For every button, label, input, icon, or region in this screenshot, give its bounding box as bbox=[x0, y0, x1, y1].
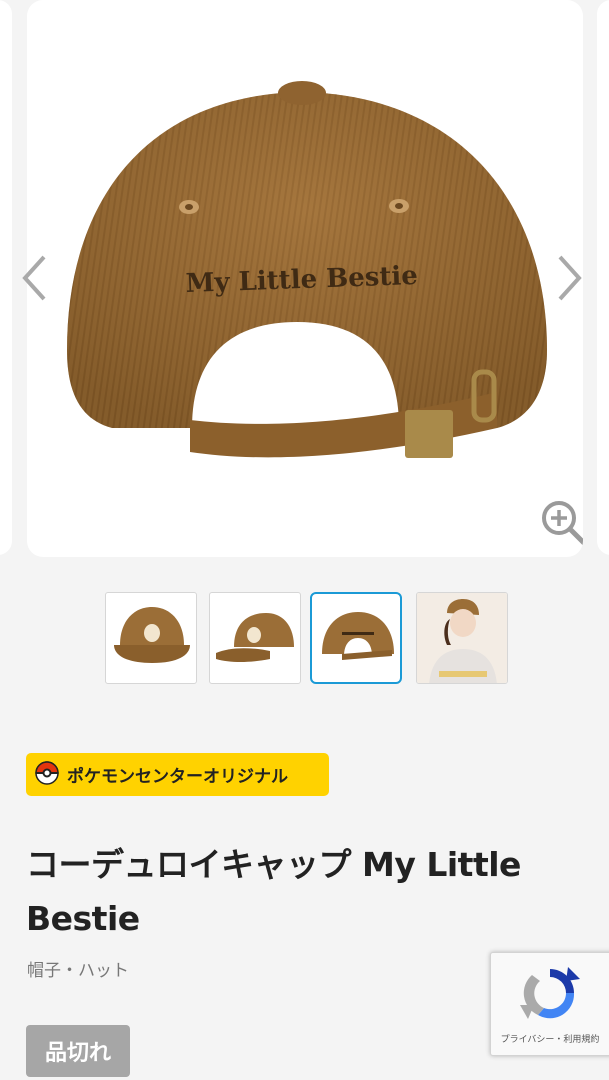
product-page: My Little Bestie ポケモンセンターオリジナル コーデュロイキャッ… bbox=[0, 0, 609, 1080]
product-category[interactable]: 帽子・ハット bbox=[27, 956, 129, 981]
chevron-left-icon[interactable] bbox=[18, 253, 52, 303]
product-title: コーデュロイキャップ My Little Bestie bbox=[26, 845, 521, 938]
thumbnail-model[interactable] bbox=[416, 592, 508, 684]
image-carousel[interactable]: My Little Bestie bbox=[0, 0, 609, 575]
cap-back-illustration: My Little Bestie bbox=[67, 81, 547, 458]
thumbnail-strip bbox=[0, 592, 609, 688]
badge-label: ポケモンセンターオリジナル bbox=[67, 767, 288, 787]
thumbnail-side[interactable] bbox=[209, 592, 301, 684]
original-badge: ポケモンセンターオリジナル bbox=[26, 753, 329, 796]
recaptcha-widget[interactable]: プライバシー・利用規約 bbox=[490, 952, 609, 1056]
previous-slide-peek[interactable] bbox=[0, 0, 12, 555]
recaptcha-icon bbox=[520, 967, 580, 1019]
chevron-right-icon[interactable] bbox=[552, 253, 586, 303]
pokeball-icon bbox=[35, 760, 59, 789]
zoom-in-icon[interactable] bbox=[539, 498, 583, 548]
thumbnail-back[interactable] bbox=[310, 592, 402, 684]
recaptcha-terms-link[interactable]: プライバシー・利用規約 bbox=[491, 1032, 609, 1045]
sold-out-badge: 品切れ bbox=[26, 1025, 130, 1077]
main-product-image[interactable]: My Little Bestie bbox=[27, 0, 583, 557]
thumbnail-front[interactable] bbox=[105, 592, 197, 684]
next-slide-peek[interactable] bbox=[597, 0, 609, 555]
